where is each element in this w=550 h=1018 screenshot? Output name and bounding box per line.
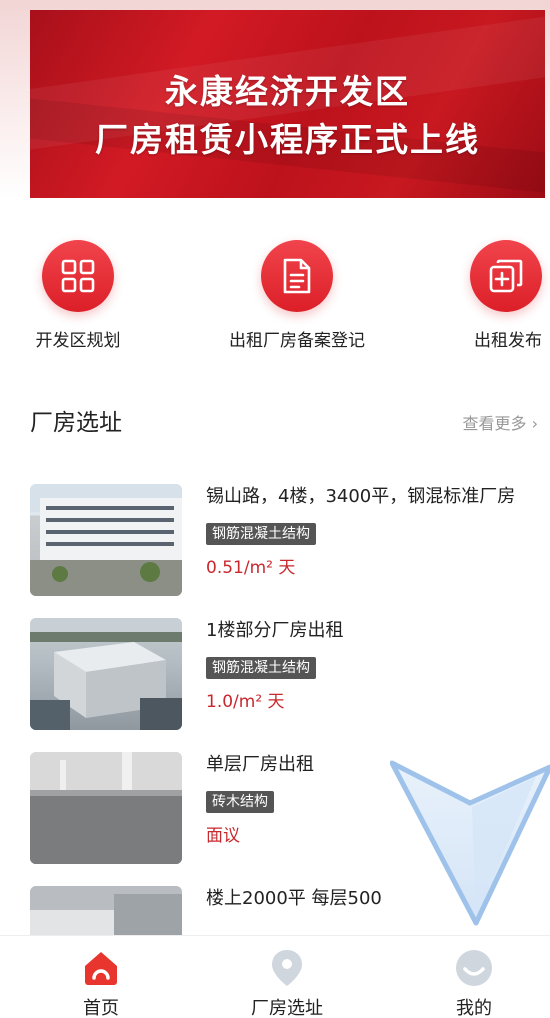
tab-profile[interactable]: 我的 bbox=[414, 948, 534, 1018]
quick-entry-row: 开发区规划 出租厂房备案登记 出租发布 bbox=[0, 240, 550, 360]
structure-tag: 砖木结构 bbox=[206, 791, 274, 813]
quick-entry-label: 开发区规划 bbox=[35, 331, 121, 351]
listing-title: 1楼部分厂房出租 bbox=[206, 620, 344, 641]
quick-entry-development-plan[interactable]: 开发区规划 bbox=[30, 240, 126, 351]
listing-photo bbox=[30, 752, 182, 864]
listing-price: 1.0/m² 天 bbox=[206, 692, 285, 712]
tab-label: 我的 bbox=[456, 998, 492, 1018]
banner-title-line1: 永康经济开发区 bbox=[165, 72, 410, 111]
chevron-right-icon: › bbox=[531, 414, 538, 433]
location-pin-icon bbox=[267, 948, 307, 988]
promo-banner[interactable]: 永康经济开发区 厂房租赁小程序正式上线 bbox=[30, 10, 545, 198]
quick-entry-rental-registration[interactable]: 出租厂房备案登记 bbox=[220, 240, 374, 351]
home-icon bbox=[81, 948, 121, 988]
pointer-arrow-icon bbox=[390, 760, 550, 926]
see-more-link[interactable]: 查看更多 › bbox=[462, 410, 538, 434]
tab-factory-location[interactable]: 厂房选址 bbox=[227, 948, 347, 1018]
profile-face-icon bbox=[454, 948, 494, 988]
listing-photo bbox=[30, 484, 182, 596]
quick-entry-rental-publish[interactable]: 出租发布 bbox=[466, 240, 550, 351]
add-doc-icon bbox=[470, 240, 542, 312]
listing-title: 锡山路，4楼，3400平，钢混标准厂房 bbox=[206, 486, 516, 507]
list-item[interactable]: 1楼部分厂房出租 钢筋混凝土结构 1.0/m² 天 bbox=[30, 618, 550, 730]
tab-label: 首页 bbox=[83, 998, 119, 1018]
quick-entry-label: 出租发布 bbox=[474, 331, 542, 351]
quick-entry-label: 出租厂房备案登记 bbox=[229, 331, 365, 351]
structure-tag: 钢筋混凝土结构 bbox=[206, 657, 316, 679]
banner-title-line2: 厂房租赁小程序正式上线 bbox=[95, 120, 480, 159]
document-icon bbox=[261, 240, 333, 312]
see-more-label: 查看更多 bbox=[462, 414, 527, 433]
tab-home[interactable]: 首页 bbox=[41, 948, 161, 1018]
listing-info: 1楼部分厂房出租 钢筋混凝土结构 1.0/m² 天 bbox=[206, 618, 550, 713]
bottom-tab-bar: 首页 厂房选址 我的 bbox=[0, 935, 550, 1018]
section-title: 厂房选址 bbox=[30, 410, 122, 436]
tab-label: 厂房选址 bbox=[251, 998, 323, 1018]
list-item[interactable]: 锡山路，4楼，3400平，钢混标准厂房 钢筋混凝土结构 0.51/m² 天 bbox=[30, 484, 550, 596]
listing-info: 锡山路，4楼，3400平，钢混标准厂房 钢筋混凝土结构 0.51/m² 天 bbox=[206, 484, 550, 579]
structure-tag: 钢筋混凝土结构 bbox=[206, 523, 316, 545]
listing-price: 0.51/m² 天 bbox=[206, 558, 296, 578]
listing-photo bbox=[30, 618, 182, 730]
grid-icon bbox=[42, 240, 114, 312]
